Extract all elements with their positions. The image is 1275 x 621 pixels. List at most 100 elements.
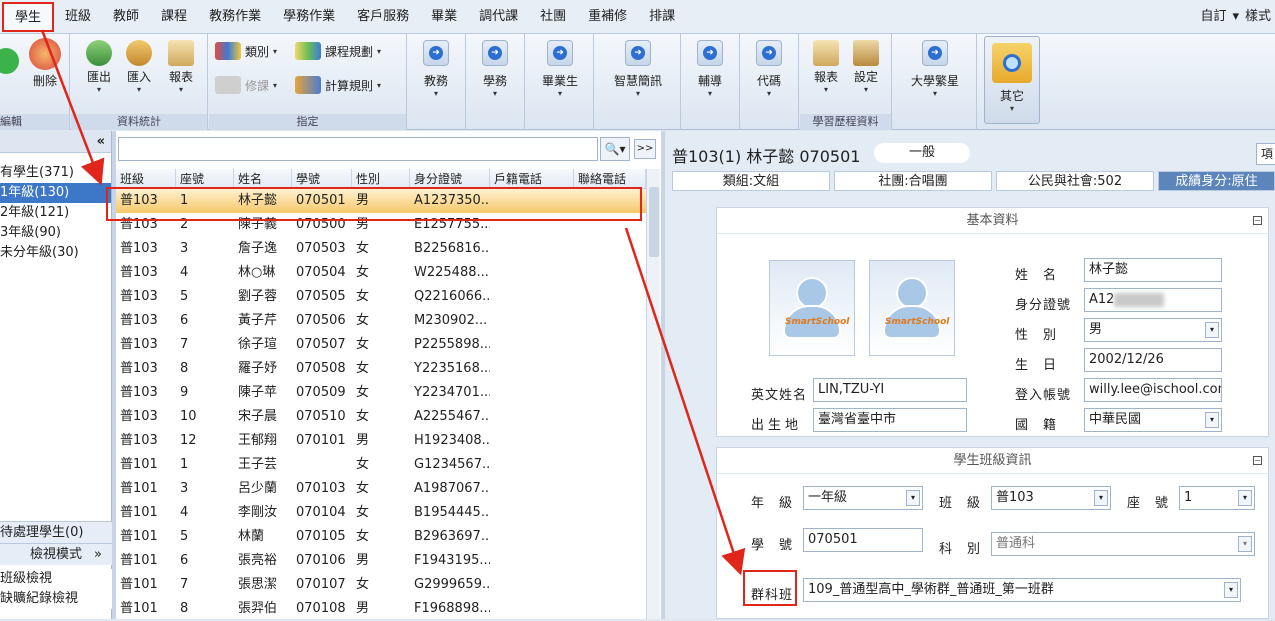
- table-row[interactable]: 普103 7 徐子瑄 070507 女 P2255898...: [116, 333, 646, 357]
- ribbon-other-button[interactable]: 其它 ▾: [984, 36, 1040, 124]
- col-seat[interactable]: 座號: [176, 169, 234, 188]
- menu-style[interactable]: 樣式: [1245, 0, 1271, 34]
- menu-teacher[interactable]: 教師: [102, 0, 150, 34]
- table-row[interactable]: 普103 5 劉子蓉 070505 女 Q2216066...: [116, 285, 646, 309]
- expand-icon[interactable]: »: [94, 544, 102, 566]
- dropdown-arrow-icon[interactable]: ▾: [1238, 490, 1252, 506]
- collapse-icon[interactable]: «: [97, 134, 105, 149]
- group-select[interactable]: 109_普通型高中_學術群_普通班_第一班群 ▾: [803, 578, 1241, 602]
- scroll-thumb[interactable]: [649, 187, 659, 257]
- menu-substitute[interactable]: 調代課: [468, 0, 529, 34]
- ribbon-student-affairs-button[interactable]: ➜ 學務 ▾: [469, 38, 521, 110]
- dropdown-arrow-icon[interactable]: ▾: [1094, 490, 1108, 506]
- table-row[interactable]: 普101 1 王子芸 女 G1234567...: [116, 453, 646, 477]
- tree-item-grade2[interactable]: 2年級(121): [0, 203, 111, 223]
- dropdown-arrow-icon[interactable]: ▾: [1238, 536, 1252, 552]
- birthplace-field[interactable]: 臺灣省臺中市: [813, 408, 967, 432]
- table-row[interactable]: 普103 6 黃子芹 070506 女 M230902...: [116, 309, 646, 333]
- table-row[interactable]: 普103 9 陳子苹 070509 女 Y2234701...: [116, 381, 646, 405]
- table-row[interactable]: 普103 4 林○琳 070504 女 W225488...: [116, 261, 646, 285]
- id-field[interactable]: A12: [1084, 288, 1222, 312]
- col-home-phone[interactable]: 戶籍電話: [490, 169, 574, 188]
- dropdown-arrow-icon[interactable]: ▾: [1224, 582, 1238, 598]
- view-mode-header[interactable]: 檢視模式 »: [0, 543, 112, 565]
- ribbon-graduates-button[interactable]: ➜ 畢業生 ▾: [534, 38, 586, 110]
- table-row[interactable]: 普101 3 呂少蘭 070103 女 A1987067...: [116, 477, 646, 501]
- table-row[interactable]: 普101 5 林蘭 070105 女 B2963697...: [116, 525, 646, 549]
- dropdown-arrow-icon[interactable]: ▾: [1205, 322, 1219, 338]
- ribbon-category-button[interactable]: 類別 ▾: [215, 42, 277, 60]
- ribbon-export-button[interactable]: 匯出 ▾: [81, 40, 117, 94]
- table-row[interactable]: 普101 8 張羿伯 070108 男 F1968898...: [116, 597, 646, 621]
- pending-students[interactable]: 待處理學生(0): [0, 521, 112, 543]
- birth-field[interactable]: 2002/12/26: [1084, 348, 1222, 372]
- seat-select[interactable]: 1 ▾: [1179, 486, 1255, 510]
- search-input[interactable]: [118, 137, 598, 161]
- menu-customer-service[interactable]: 客戶服務: [346, 0, 420, 34]
- ribbon-code-button[interactable]: ➜ 代碼 ▾: [743, 38, 795, 110]
- search-button[interactable]: 🔍▾: [600, 137, 630, 161]
- col-contact-phone[interactable]: 聯絡電話: [574, 169, 646, 188]
- dropdown-arrow-icon[interactable]: ▾: [1205, 412, 1219, 428]
- menu-course[interactable]: 課程: [150, 0, 198, 34]
- name-field[interactable]: 林子懿: [1084, 258, 1222, 282]
- corner-button[interactable]: 項: [1256, 143, 1275, 165]
- student-photo-2[interactable]: SmartSchool: [869, 260, 955, 356]
- vertical-scrollbar[interactable]: [646, 169, 660, 619]
- class-select[interactable]: 普103 ▾: [991, 486, 1111, 510]
- menu-students[interactable]: 學生: [2, 1, 55, 32]
- tag-group[interactable]: 類組:文組: [672, 171, 830, 191]
- tree-item-all[interactable]: 有學生(371): [0, 163, 111, 183]
- menu-class[interactable]: 班級: [54, 0, 102, 34]
- ribbon-calc-rule-button[interactable]: 計算規則 ▾: [295, 76, 381, 94]
- eng-name-field[interactable]: LIN,TZU-YI: [813, 378, 967, 402]
- collapse-basic-icon[interactable]: −: [1253, 216, 1262, 225]
- tag-club[interactable]: 社團:合唱團: [834, 171, 992, 191]
- student-photo-1[interactable]: SmartSchool: [769, 260, 855, 356]
- tree-item-grade1[interactable]: 1年級(130): [0, 183, 111, 203]
- ribbon-sms-button[interactable]: ➜ 智慧簡訊 ▾: [605, 38, 671, 110]
- ribbon-star-button[interactable]: ➜ 大學繁星 ▾: [905, 38, 965, 110]
- table-row[interactable]: 普103 10 宋子晨 070510 女 A2255467...: [116, 405, 646, 429]
- grade-select[interactable]: 一年級 ▾: [803, 486, 923, 510]
- view-link-class[interactable]: 班級檢視: [0, 569, 112, 589]
- ribbon-import-button[interactable]: 匯入 ▾: [121, 40, 157, 94]
- view-link-absence[interactable]: 缺曠紀錄檢視: [0, 589, 112, 609]
- ribbon-report-button[interactable]: 報表 ▾: [163, 40, 199, 94]
- menu-custom[interactable]: 自訂: [1200, 0, 1226, 34]
- login-field[interactable]: willy.lee@ischool.com.: [1084, 378, 1222, 402]
- table-row[interactable]: 普103 8 羅子妤 070508 女 Y2235168...: [116, 357, 646, 381]
- menu-student-affairs[interactable]: 學務作業: [272, 0, 346, 34]
- ribbon-course-plan-button[interactable]: 課程規劃 ▾: [295, 42, 381, 60]
- ribbon-counsel-button[interactable]: ➜ 輔導 ▾: [684, 38, 736, 110]
- col-national-id[interactable]: 身分證號: [410, 169, 490, 188]
- tag-civics[interactable]: 公民與社會:502: [996, 171, 1154, 191]
- student-id-field[interactable]: 070501: [803, 528, 923, 552]
- menu-graduation[interactable]: 畢業: [420, 0, 468, 34]
- table-row[interactable]: 普103 3 詹子逸 070503 女 B2256816...: [116, 237, 646, 261]
- col-student-id[interactable]: 學號: [292, 169, 352, 188]
- ribbon-add-button[interactable]: [0, 48, 20, 76]
- table-row[interactable]: 普103 12 王郁翔 070101 男 H1923408...: [116, 429, 646, 453]
- menu-academic[interactable]: 教務作業: [198, 0, 272, 34]
- ribbon-history-settings-button[interactable]: 設定 ▾: [848, 40, 884, 94]
- table-row[interactable]: 普101 7 張思潔 070107 女 G2999659...: [116, 573, 646, 597]
- right-splitter[interactable]: [661, 131, 665, 619]
- ribbon-repair-button[interactable]: 修課 ▾: [215, 76, 277, 94]
- menu-makeup[interactable]: 重補修: [577, 0, 638, 34]
- nationality-select[interactable]: 中華民國 ▾: [1084, 408, 1222, 432]
- tag-score-identity[interactable]: 成績身分:原住: [1158, 171, 1275, 191]
- ribbon-delete-button[interactable]: 刪除: [22, 38, 68, 89]
- menu-club[interactable]: 社團: [529, 0, 577, 34]
- dropdown-arrow-icon[interactable]: ▾: [906, 490, 920, 506]
- col-gender[interactable]: 性別: [352, 169, 410, 188]
- gender-select[interactable]: 男 ▾: [1084, 318, 1222, 342]
- table-row[interactable]: 普101 4 李剛汝 070104 女 B1954445...: [116, 501, 646, 525]
- ribbon-history-report-button[interactable]: 報表 ▾: [808, 40, 844, 94]
- expand-button[interactable]: >>: [634, 139, 656, 159]
- col-name[interactable]: 姓名: [234, 169, 292, 188]
- col-class[interactable]: 班級: [116, 169, 176, 188]
- collapse-class-icon[interactable]: −: [1253, 456, 1262, 465]
- table-row[interactable]: 普101 6 張亮裕 070106 男 F1943195...: [116, 549, 646, 573]
- dept-select[interactable]: 普通科 ▾: [991, 532, 1255, 556]
